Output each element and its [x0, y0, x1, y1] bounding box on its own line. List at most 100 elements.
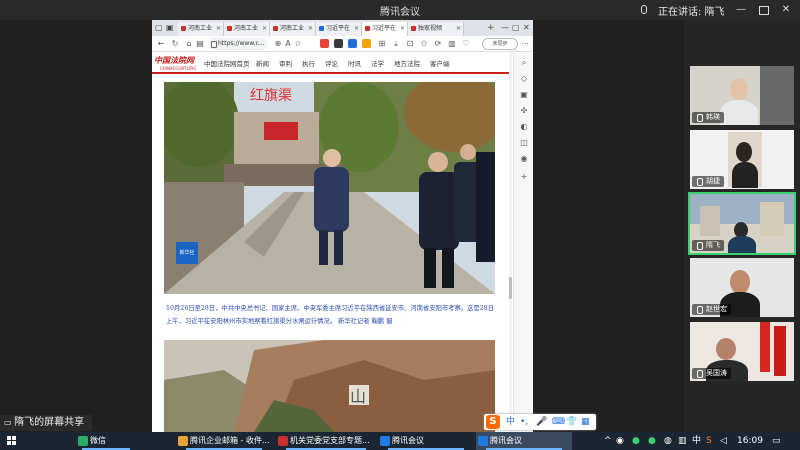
tray-app-icon[interactable]: ◉	[616, 436, 624, 446]
tray-app-icon[interactable]: ●	[648, 436, 656, 446]
refresh-icon[interactable]: ↻	[169, 38, 181, 50]
browser-tab[interactable]: 独家视频 ✕	[408, 22, 464, 36]
sogou-logo-icon[interactable]: S	[486, 415, 500, 429]
browser-tab[interactable]: 河南工业 ✕	[224, 22, 270, 36]
collections-icon[interactable]: ⊞	[376, 38, 388, 50]
split-icon[interactable]: ▥	[446, 38, 458, 50]
ime-voice-icon[interactable]: 🎤	[536, 416, 547, 428]
minimize-icon[interactable]: —	[501, 22, 509, 34]
search-icon[interactable]: ⌕	[519, 58, 529, 68]
photo-sign-text: 红旗渠	[250, 88, 292, 104]
nav-client[interactable]: 客户端	[430, 58, 450, 68]
ime-keyboard-icon[interactable]: ⌨	[552, 416, 565, 428]
nav-timely[interactable]: 时讯	[348, 58, 361, 68]
favorites-icon[interactable]: ♡	[460, 38, 472, 50]
extension-icon[interactable]	[362, 39, 371, 48]
xinhua-watermark: 新华社	[179, 250, 195, 256]
notification-icon[interactable]: ▭	[772, 436, 781, 446]
nav-law[interactable]: 法学	[371, 58, 384, 68]
tray-sogou-icon[interactable]: S	[706, 436, 712, 446]
taskbar-document[interactable]: 机关党委党支部专题...	[276, 432, 376, 450]
browser-tab-active[interactable]: 习近平在 ✕	[362, 22, 408, 36]
browser-tab[interactable]: 河南工业 ✕	[270, 22, 316, 36]
site-logo-sub: CHINACOURT.ORG	[160, 66, 197, 71]
participant-card[interactable]: 赵世宏	[690, 258, 794, 317]
browser-tab[interactable]: 河南工业 ✕	[178, 22, 224, 36]
tools-icon[interactable]: ✣	[519, 106, 529, 116]
participant-avatar	[716, 338, 736, 360]
tab-bar: ▢ ▣ 河南工业 ✕ 河南工业 ✕ 河南工业 ✕ 习近平在 ✕ 习近平在 ✕ 独家视频 ✕ …	[152, 20, 533, 36]
browser-tab[interactable]: 习近平在 ✕	[316, 22, 362, 36]
nav-execution[interactable]: 执行	[302, 58, 315, 68]
participant-card[interactable]: 韩瑛	[690, 66, 794, 125]
bag-icon[interactable]: ▣	[519, 90, 529, 100]
tab-list-icon[interactable]: ▣	[166, 22, 174, 34]
speaking-indicator: 正在讲话: 隋飞	[658, 7, 725, 18]
profile-button[interactable]: 未同步	[482, 38, 518, 50]
tray-expand-icon[interactable]: ^	[604, 436, 612, 446]
site-logo[interactable]: 中国法院网	[154, 55, 202, 66]
reader-icon[interactable]: ▤	[194, 38, 206, 50]
close-button[interactable]	[775, 2, 797, 18]
restore-button[interactable]	[752, 2, 774, 18]
minimize-button[interactable]: —	[730, 2, 752, 18]
nav-comment[interactable]: 评论	[325, 58, 338, 68]
favorites-bar-icon[interactable]: ✩	[418, 38, 430, 50]
downloads-icon[interactable]: ⤓	[390, 38, 402, 50]
nav-trial[interactable]: 审判	[279, 58, 292, 68]
shared-browser: ▢ ▣ 河南工业 ✕ 河南工业 ✕ 河南工业 ✕ 习近平在 ✕ 习近平在 ✕ 独家视频 ✕ …	[152, 20, 533, 432]
nav-news[interactable]: 新闻	[256, 58, 269, 68]
participant-card-active[interactable]: 隋飞	[688, 192, 796, 255]
apps-icon[interactable]: ⊡	[404, 38, 416, 50]
ime-indicator[interactable]: 中	[692, 436, 701, 446]
tray-speaker-icon[interactable]: ◍	[664, 436, 672, 446]
more-menu-icon[interactable]: ⋯	[519, 38, 531, 50]
extension-icon[interactable]	[348, 39, 357, 48]
history-icon[interactable]: ⟳	[432, 38, 444, 50]
news-photo-2: 山	[164, 340, 495, 432]
url-field[interactable]: https://www.c...	[208, 38, 268, 50]
add-icon[interactable]: +	[519, 172, 529, 182]
nav-home[interactable]: 中国法院网首页	[204, 58, 250, 68]
ime-toolbox-icon[interactable]: ▦	[581, 416, 590, 428]
participant-name: 胡捷	[692, 176, 724, 187]
clock[interactable]: 16:09	[737, 432, 763, 450]
taskbar-mail[interactable]: 腾讯企业邮箱 - 收件...	[176, 432, 272, 450]
mic-icon	[641, 5, 647, 14]
tray-network-icon[interactable]: ▥	[678, 436, 687, 446]
web-page: 中国法院网 CHINACOURT.ORG 中国法院网首页 新闻 审判 执行 评论…	[152, 52, 509, 432]
participant-card[interactable]: 胡捷	[690, 130, 794, 189]
wps-icon	[278, 436, 288, 446]
extension-icon[interactable]	[320, 39, 329, 48]
taskbar-meeting[interactable]: 腾讯会议	[378, 432, 474, 450]
tray-volume-icon[interactable]: ◁	[720, 436, 727, 446]
back-icon[interactable]: ←	[155, 38, 167, 50]
ime-mode[interactable]: 中	[506, 416, 515, 428]
ime-punctuation[interactable]: •,	[520, 416, 528, 428]
tencent-meeting-icon	[478, 436, 488, 446]
tag-icon[interactable]: ◇	[519, 74, 529, 84]
new-tab-button[interactable]: +	[487, 22, 495, 34]
participant-card[interactable]: 吴国涛	[690, 322, 794, 381]
scrollbar-track[interactable]	[509, 52, 512, 432]
extension-icon[interactable]	[334, 39, 343, 48]
ime-skin-icon[interactable]: 👕	[566, 416, 577, 428]
office-icon[interactable]: ◐	[519, 122, 529, 132]
windows-start-icon[interactable]	[7, 436, 17, 446]
site-nav: 中国法院网 CHINACOURT.ORG 中国法院网首页 新闻 审判 执行 评论…	[152, 52, 509, 74]
maximize-icon[interactable]: ▢	[512, 22, 520, 34]
taskbar-wechat[interactable]: 微信	[76, 432, 136, 450]
close-icon[interactable]: ✕	[523, 22, 530, 34]
scrollbar-thumb[interactable]	[509, 277, 512, 299]
taskbar-meeting-active[interactable]: 腾讯会议	[476, 432, 572, 450]
participant-name: 隋飞	[692, 240, 724, 251]
chrome-icon	[178, 436, 188, 446]
favorite-icon[interactable]: ☆	[292, 38, 304, 50]
nav-local-courts[interactable]: 地方法院	[394, 58, 420, 68]
outlook-icon[interactable]: ◫	[519, 138, 529, 148]
tencent-meeting-icon	[380, 436, 390, 446]
screen-share-label: ▭ 隋飞的屏幕共享	[0, 415, 93, 431]
tab-actions-icon[interactable]: ▢	[155, 22, 163, 34]
games-icon[interactable]: ◉	[519, 154, 529, 164]
tray-wechat-icon[interactable]: ●	[632, 436, 640, 446]
